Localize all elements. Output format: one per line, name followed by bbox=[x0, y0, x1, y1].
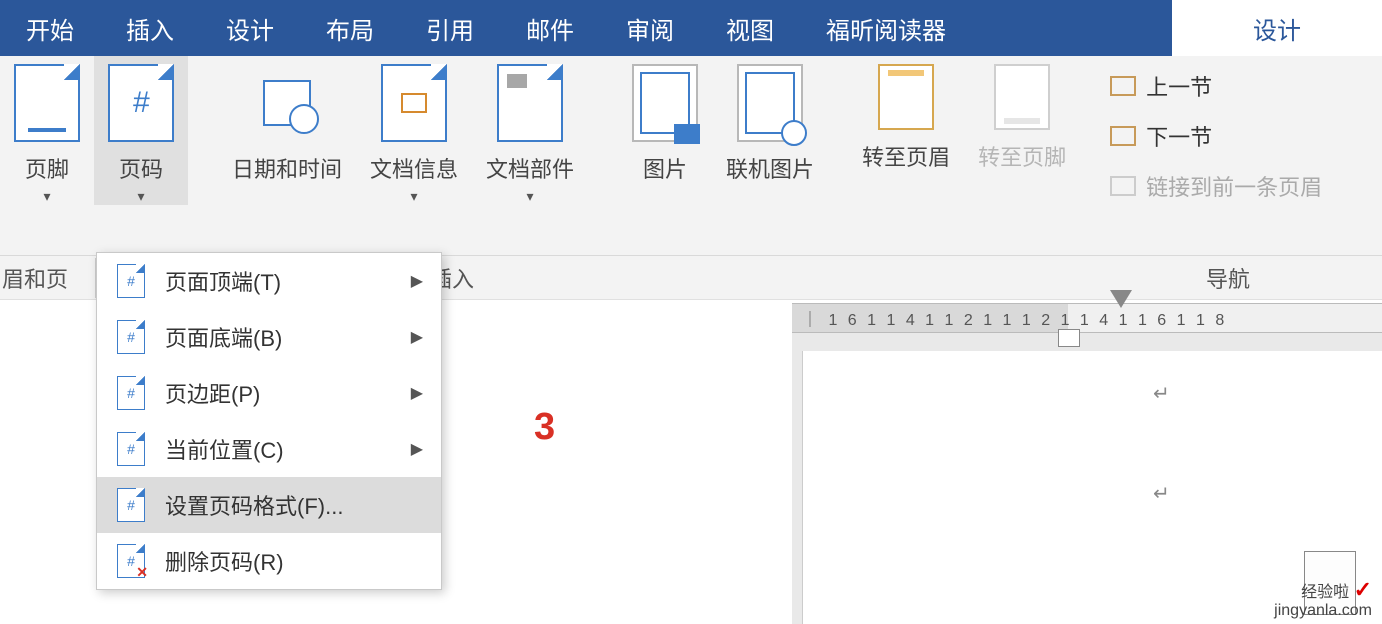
docparts-button[interactable]: 文档部件 ▾ bbox=[472, 56, 588, 205]
page-number-menu: # 页面顶端(T) ▶ # 页面底端(B) ▶ # 页边距(P) ▶ # 当前位… bbox=[96, 252, 442, 590]
paragraph-mark: ↵ bbox=[1153, 381, 1170, 406]
menu-current-position[interactable]: # 当前位置(C) ▶ bbox=[97, 421, 441, 477]
watermark-line2: jingyanla.com bbox=[1274, 602, 1372, 620]
prev-section-icon bbox=[1110, 76, 1136, 96]
watermark-line1: 经验啦 bbox=[1301, 584, 1349, 601]
menu-top-label: 页面顶端(T) bbox=[165, 265, 281, 297]
goto-footer-button[interactable]: 转至页脚 bbox=[964, 56, 1080, 172]
page-bottom-icon: # bbox=[117, 320, 145, 354]
ruler-marks: ｜ 1 6 1 1 4 1 1 2 1 1 1 2 1 1 4 1 1 6 1 … bbox=[802, 306, 1227, 330]
chevron-right-icon: ▶ bbox=[411, 439, 423, 459]
page-number-label: 页码 bbox=[119, 152, 163, 184]
paragraph-mark: ↵ bbox=[1153, 481, 1170, 506]
footer-button[interactable]: 页脚 ▾ bbox=[0, 56, 94, 205]
page-top-icon: # bbox=[117, 264, 145, 298]
tab-design1[interactable]: 设计 bbox=[200, 0, 300, 56]
menu-format-page-numbers[interactable]: # 设置页码格式(F)... bbox=[97, 477, 441, 533]
watermark: 经验啦 ✓ jingyanla.com bbox=[1274, 581, 1372, 620]
menu-top-of-page[interactable]: # 页面顶端(T) ▶ bbox=[97, 253, 441, 309]
menu-bottom-label: 页面底端(B) bbox=[165, 321, 282, 353]
annotation-number: 3 bbox=[534, 406, 555, 449]
tab-foxit[interactable]: 福昕阅读器 bbox=[800, 0, 972, 56]
watermark-check: ✓ bbox=[1354, 577, 1372, 602]
next-section-icon bbox=[1110, 126, 1136, 146]
menu-curpos-label: 当前位置(C) bbox=[165, 433, 284, 465]
menu-format-label: 设置页码格式(F)... bbox=[165, 489, 343, 521]
menu-remove-label: 删除页码(R) bbox=[165, 545, 284, 577]
chevron-right-icon: ▶ bbox=[411, 271, 423, 291]
tab-mail[interactable]: 邮件 bbox=[500, 0, 600, 56]
tab-review[interactable]: 审阅 bbox=[600, 0, 700, 56]
menu-bottom-of-page[interactable]: # 页面底端(B) ▶ bbox=[97, 309, 441, 365]
goto-header-button[interactable]: 转至页眉 bbox=[848, 56, 964, 172]
docparts-label: 文档部件 bbox=[486, 152, 574, 184]
ribbon-tabs: 开始 插入 设计 布局 引用 邮件 审阅 视图 福昕阅读器 设计 bbox=[0, 0, 1382, 56]
docinfo-button[interactable]: 文档信息 ▾ bbox=[356, 56, 472, 205]
picture-button[interactable]: 图片 bbox=[618, 56, 712, 184]
online-picture-icon bbox=[737, 64, 803, 142]
goto-footer-label: 转至页脚 bbox=[978, 140, 1066, 172]
menu-margin-label: 页边距(P) bbox=[165, 377, 260, 409]
link-previous-icon bbox=[1110, 176, 1136, 196]
menu-page-margin[interactable]: # 页边距(P) ▶ bbox=[97, 365, 441, 421]
page-number-icon: # bbox=[108, 64, 174, 142]
tab-design-context[interactable]: 设计 bbox=[1172, 0, 1382, 56]
page-margin-icon: # bbox=[117, 376, 145, 410]
chevron-right-icon: ▶ bbox=[411, 383, 423, 403]
footer-label: 页脚 bbox=[25, 152, 69, 184]
online-picture-button[interactable]: 联机图片 bbox=[712, 56, 828, 184]
link-previous-button[interactable]: 链接到前一条页眉 bbox=[1100, 166, 1332, 206]
link-previous-label: 链接到前一条页眉 bbox=[1146, 170, 1322, 202]
goto-header-label: 转至页眉 bbox=[862, 140, 950, 172]
docinfo-label: 文档信息 bbox=[370, 152, 458, 184]
chevron-down-icon: ▾ bbox=[137, 188, 144, 205]
picture-label: 图片 bbox=[643, 152, 687, 184]
next-section-label: 下一节 bbox=[1146, 120, 1212, 152]
tab-stop-marker[interactable] bbox=[1110, 290, 1132, 308]
tab-references[interactable]: 引用 bbox=[400, 0, 500, 56]
current-pos-icon: # bbox=[117, 432, 145, 466]
datetime-label: 日期和时间 bbox=[232, 152, 342, 184]
goto-footer-icon bbox=[994, 64, 1050, 130]
footer-icon bbox=[14, 64, 80, 142]
format-page-icon: # bbox=[117, 488, 145, 522]
nav-group: 上一节 下一节 链接到前一条页眉 bbox=[1100, 56, 1332, 206]
datetime-icon bbox=[254, 64, 320, 142]
tab-insert[interactable]: 插入 bbox=[100, 0, 200, 56]
docinfo-icon bbox=[381, 64, 447, 142]
ruler[interactable]: ｜ 1 6 1 1 4 1 1 2 1 1 1 2 1 1 4 1 1 6 1 … bbox=[792, 303, 1382, 333]
prev-section-label: 上一节 bbox=[1146, 70, 1212, 102]
prev-section-button[interactable]: 上一节 bbox=[1100, 66, 1332, 106]
tab-layout[interactable]: 布局 bbox=[300, 0, 400, 56]
chevron-down-icon: ▾ bbox=[411, 188, 418, 205]
chevron-down-icon: ▾ bbox=[43, 188, 50, 205]
indent-marker[interactable] bbox=[1058, 329, 1080, 347]
chevron-right-icon: ▶ bbox=[411, 327, 423, 347]
group-label-header-footer: 眉和页 bbox=[0, 258, 96, 298]
chevron-down-icon: ▾ bbox=[527, 188, 534, 205]
online-picture-label: 联机图片 bbox=[726, 152, 814, 184]
next-section-button[interactable]: 下一节 bbox=[1100, 116, 1332, 156]
ribbon: 页脚 ▾ # 页码 ▾ 日期和时间 文档信息 ▾ 文档部件 ▾ bbox=[0, 56, 1382, 256]
datetime-button[interactable]: 日期和时间 bbox=[218, 56, 356, 184]
remove-page-icon: # bbox=[117, 544, 145, 578]
docparts-icon bbox=[497, 64, 563, 142]
picture-icon bbox=[632, 64, 698, 142]
page-number-button[interactable]: # 页码 ▾ bbox=[94, 56, 188, 205]
goto-header-icon bbox=[878, 64, 934, 130]
menu-remove-page-numbers[interactable]: # 删除页码(R) bbox=[97, 533, 441, 589]
group-label-nav: 导航 bbox=[1206, 262, 1250, 294]
tab-view[interactable]: 视图 bbox=[700, 0, 800, 56]
tab-home[interactable]: 开始 bbox=[0, 0, 100, 56]
